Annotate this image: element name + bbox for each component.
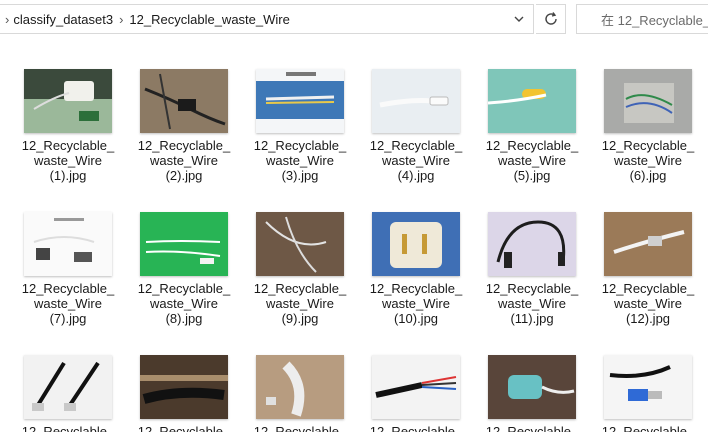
- file-grid: 12_Recyclable_ waste_Wire (1).jpg 12_Rec…: [0, 38, 708, 432]
- file-name-line: 12_Recyclable_: [485, 424, 579, 432]
- file-thumbnail[interactable]: [604, 69, 692, 133]
- breadcrumb-parent[interactable]: classify_dataset3: [13, 12, 113, 27]
- file-item[interactable]: 12_Recyclable_ waste_Wire (5).jpg: [476, 38, 588, 183]
- file-name-line: 12_Recyclable_: [21, 424, 115, 432]
- search-placeholder: 在 12_Recyclable_waste_Wire 中搜索: [601, 12, 708, 28]
- file-name-line: 12_Recyclable_: [21, 281, 115, 296]
- file-name-line: 12_Recyclable_: [369, 281, 463, 296]
- file-thumbnail[interactable]: [604, 355, 692, 419]
- address-bar[interactable]: › classify_dataset3 › 12_Recyclable_wast…: [0, 4, 534, 34]
- file-item[interactable]: 12_Recyclable_ waste_Wire (1).jpg: [12, 38, 124, 183]
- file-name-line: 12_Recyclable_: [137, 281, 231, 296]
- explorer-toolbar: › classify_dataset3 › 12_Recyclable_wast…: [0, 0, 708, 38]
- chevron-right-icon[interactable]: ›: [119, 12, 123, 27]
- file-item[interactable]: 12_Recyclable_: [476, 324, 588, 432]
- file-name-line: 12_Recyclable_: [253, 424, 347, 432]
- file-name-line: 12_Recyclable_: [137, 138, 231, 153]
- file-thumbnail[interactable]: [372, 355, 460, 419]
- file-item[interactable]: 12_Recyclable_ waste_Wire (3).jpg: [244, 38, 356, 183]
- file-item[interactable]: 12_Recyclable_ waste_Wire (4).jpg: [360, 38, 472, 183]
- breadcrumb-current[interactable]: 12_Recyclable_waste_Wire: [129, 12, 289, 27]
- file-name-line: 12_Recyclable_: [601, 138, 695, 153]
- file-item[interactable]: 12_Recyclable_: [244, 324, 356, 432]
- refresh-icon: [544, 12, 557, 25]
- file-item[interactable]: 12_Recyclable_: [592, 324, 704, 432]
- file-name-line: waste_Wire: [382, 296, 450, 311]
- file-item[interactable]: 12_Recyclable_: [360, 324, 472, 432]
- file-thumbnail[interactable]: [372, 212, 460, 276]
- file-name-line: waste_Wire: [382, 153, 450, 168]
- file-name-line: waste_Wire: [266, 153, 334, 168]
- file-item[interactable]: 12_Recyclable_ waste_Wire (2).jpg: [128, 38, 240, 183]
- file-name-line: 12_Recyclable_: [253, 138, 347, 153]
- file-name-line: waste_Wire: [614, 296, 682, 311]
- file-item[interactable]: 12_Recyclable_: [12, 324, 124, 432]
- file-thumbnail[interactable]: [24, 355, 112, 419]
- file-item[interactable]: 12_Recyclable_ waste_Wire (10).jpg: [360, 181, 472, 326]
- file-thumbnail[interactable]: [140, 69, 228, 133]
- file-name-line: 12_Recyclable_: [485, 281, 579, 296]
- file-thumbnail[interactable]: [256, 212, 344, 276]
- file-name-line: 12_Recyclable_: [485, 138, 579, 153]
- file-thumbnail[interactable]: [24, 212, 112, 276]
- file-name-line: waste_Wire: [266, 296, 334, 311]
- file-item[interactable]: 12_Recyclable_ waste_Wire (7).jpg: [12, 181, 124, 326]
- file-name-line: 12_Recyclable_: [369, 424, 463, 432]
- search-box[interactable]: 在 12_Recyclable_waste_Wire 中搜索: [576, 4, 708, 34]
- file-name-line: 12_Recyclable_: [601, 281, 695, 296]
- file-name-line: waste_Wire: [150, 153, 218, 168]
- file-thumbnail[interactable]: [24, 69, 112, 133]
- file-name-line: 12_Recyclable_: [137, 424, 231, 432]
- file-name-line: 12_Recyclable_: [601, 424, 695, 432]
- file-item[interactable]: 12_Recyclable_ waste_Wire (6).jpg: [592, 38, 704, 183]
- file-name-line: 12_Recyclable_: [369, 138, 463, 153]
- file-item[interactable]: 12_Recyclable_: [128, 324, 240, 432]
- chevron-right-icon[interactable]: ›: [5, 13, 9, 26]
- refresh-button[interactable]: [536, 4, 566, 34]
- file-name-line: waste_Wire: [150, 296, 218, 311]
- file-thumbnail[interactable]: [256, 69, 344, 133]
- file-item[interactable]: 12_Recyclable_ waste_Wire (11).jpg: [476, 181, 588, 326]
- file-thumbnail[interactable]: [140, 212, 228, 276]
- file-name-line: waste_Wire: [614, 153, 682, 168]
- file-thumbnail[interactable]: [256, 355, 344, 419]
- file-thumbnail[interactable]: [488, 69, 576, 133]
- file-name-line: waste_Wire: [34, 296, 102, 311]
- file-item[interactable]: 12_Recyclable_ waste_Wire (12).jpg: [592, 181, 704, 326]
- file-thumbnail[interactable]: [488, 212, 576, 276]
- file-name-line: waste_Wire: [498, 296, 566, 311]
- file-name-line: waste_Wire: [498, 153, 566, 168]
- file-name-line: 12_Recyclable_: [21, 138, 115, 153]
- file-item[interactable]: 12_Recyclable_ waste_Wire (8).jpg: [128, 181, 240, 326]
- file-name-line: 12_Recyclable_: [253, 281, 347, 296]
- file-name-line: waste_Wire: [34, 153, 102, 168]
- file-thumbnail[interactable]: [372, 69, 460, 133]
- file-thumbnail[interactable]: [604, 212, 692, 276]
- file-thumbnail[interactable]: [140, 355, 228, 419]
- file-item[interactable]: 12_Recyclable_ waste_Wire (9).jpg: [244, 181, 356, 326]
- file-thumbnail[interactable]: [488, 355, 576, 419]
- chevron-down-icon[interactable]: [513, 13, 525, 25]
